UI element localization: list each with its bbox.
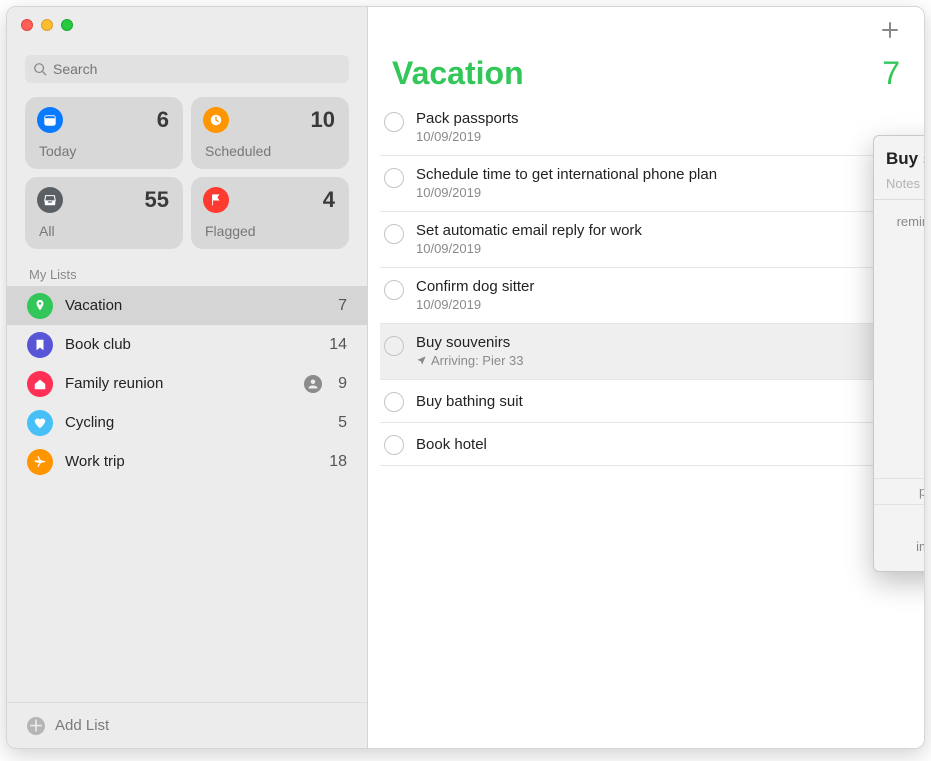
add-list-button[interactable]: ＋ Add List <box>7 702 367 748</box>
smart-list-all[interactable]: 55 All <box>25 177 183 249</box>
list-title: Vacation <box>392 55 524 92</box>
task-row[interactable]: Book hotel <box>380 423 924 466</box>
complete-toggle[interactable] <box>384 112 404 132</box>
main-pane: Vacation 7 Pack passports 10/09/2019 Sched… <box>368 7 924 748</box>
task-subtitle: 10/09/2019 <box>416 129 912 144</box>
close-window-button[interactable] <box>21 19 33 31</box>
task-subtitle: Arriving: Pier 33 <box>416 353 912 368</box>
flag-icon <box>203 187 229 213</box>
search-icon <box>33 62 47 76</box>
list-color-icon <box>27 332 53 358</box>
list-count: 7 <box>882 55 900 92</box>
task-title: Buy bathing suit <box>416 393 912 410</box>
app-window: 6 Today 10 Scheduled 55 All <box>6 6 925 749</box>
all-count: 55 <box>145 187 169 213</box>
popover-title[interactable]: Buy souvenirs <box>886 149 925 169</box>
list-color-icon <box>27 449 53 475</box>
list-count: 14 <box>329 336 347 354</box>
separator <box>874 199 925 200</box>
smart-list-today[interactable]: 6 Today <box>25 97 183 169</box>
clock-icon <box>203 107 229 133</box>
list-count: 9 <box>338 375 347 393</box>
scheduled-label: Scheduled <box>205 143 271 159</box>
list-name: Book club <box>65 336 317 353</box>
task-subtitle: 10/09/2019 <box>416 297 912 312</box>
today-count: 6 <box>157 107 169 133</box>
flagged-count: 4 <box>323 187 335 213</box>
user-lists: Vacation 7 Book club 14 Family reunion 9 Cycli… <box>7 286 367 702</box>
list-color-icon <box>27 293 53 319</box>
flagged-label: Flagged <box>205 223 256 239</box>
tray-icon <box>37 187 63 213</box>
task-row[interactable]: Set automatic email reply for work 10/09/… <box>380 212 924 268</box>
location-arrow-icon <box>416 355 427 366</box>
add-list-label: Add List <box>55 717 109 734</box>
list-heading: Vacation 7 <box>368 7 924 100</box>
sidebar-list-family-reunion[interactable]: Family reunion 9 <box>7 364 367 403</box>
list-count: 18 <box>329 453 347 471</box>
scheduled-count: 10 <box>311 107 335 133</box>
complete-toggle[interactable] <box>384 168 404 188</box>
list-name: Cycling <box>65 414 326 431</box>
sidebar-list-cycling[interactable]: Cycling 5 <box>7 403 367 442</box>
reminder-details-popover: Buy souvenirs Notes remind me On a Day <box>873 135 925 572</box>
task-list: Pack passports 10/09/2019 Schedule time to… <box>368 100 924 466</box>
smart-list-flagged[interactable]: 4 Flagged <box>191 177 349 249</box>
complete-toggle[interactable] <box>384 392 404 412</box>
task-title: Set automatic email reply for work <box>416 222 912 239</box>
plus-icon: ＋ <box>27 717 45 735</box>
list-count: 5 <box>338 414 347 432</box>
window-controls <box>21 19 73 31</box>
smart-list-scheduled[interactable]: 10 Scheduled <box>191 97 349 169</box>
plus-icon <box>880 20 900 40</box>
sidebar-list-book-club[interactable]: Book club 14 <box>7 325 367 364</box>
list-name: Family reunion <box>65 375 292 392</box>
search-input[interactable] <box>53 61 341 77</box>
minimize-window-button[interactable] <box>41 19 53 31</box>
task-subtitle: 10/09/2019 <box>416 241 912 256</box>
url-label: URL <box>886 510 925 525</box>
list-name: Work trip <box>65 453 317 470</box>
task-title: Confirm dog sitter <box>416 278 912 295</box>
today-label: Today <box>39 143 76 159</box>
task-row[interactable]: Buy souvenirsArriving: Pier 33i <box>380 324 924 380</box>
task-row[interactable]: Confirm dog sitter 10/09/2019 <box>380 268 924 324</box>
complete-toggle[interactable] <box>384 224 404 244</box>
new-reminder-button[interactable] <box>874 17 906 43</box>
sidebar-list-work-trip[interactable]: Work trip 18 <box>7 442 367 481</box>
priority-label: priority <box>886 484 925 499</box>
list-color-icon <box>27 410 53 436</box>
task-row[interactable]: Schedule time to get international phone… <box>380 156 924 212</box>
complete-toggle[interactable] <box>384 435 404 455</box>
task-title: Buy souvenirs <box>416 334 912 351</box>
task-row[interactable]: Buy bathing suit <box>380 380 924 423</box>
sidebar: 6 Today 10 Scheduled 55 All <box>7 7 368 748</box>
search-field-wrap <box>25 55 349 83</box>
task-title: Schedule time to get international phone… <box>416 166 912 183</box>
task-title: Pack passports <box>416 110 912 127</box>
task-row[interactable]: Pack passports 10/09/2019 <box>380 100 924 156</box>
calendar-icon <box>37 107 63 133</box>
complete-toggle[interactable] <box>384 336 404 356</box>
task-subtitle: 10/09/2019 <box>416 185 912 200</box>
my-lists-label: My Lists <box>7 261 367 286</box>
list-name: Vacation <box>65 297 326 314</box>
notes-field[interactable]: Notes <box>874 176 925 199</box>
all-label: All <box>39 223 55 239</box>
sidebar-list-vacation[interactable]: Vacation 7 <box>7 286 367 325</box>
smart-lists-grid: 6 Today 10 Scheduled 55 All <box>7 97 367 261</box>
task-title: Book hotel <box>416 436 912 453</box>
list-count: 7 <box>338 297 347 315</box>
shared-icon <box>304 375 322 393</box>
images-label: images <box>886 539 925 554</box>
zoom-window-button[interactable] <box>61 19 73 31</box>
complete-toggle[interactable] <box>384 280 404 300</box>
remind-me-label: remind me <box>886 211 925 229</box>
list-color-icon <box>27 371 53 397</box>
